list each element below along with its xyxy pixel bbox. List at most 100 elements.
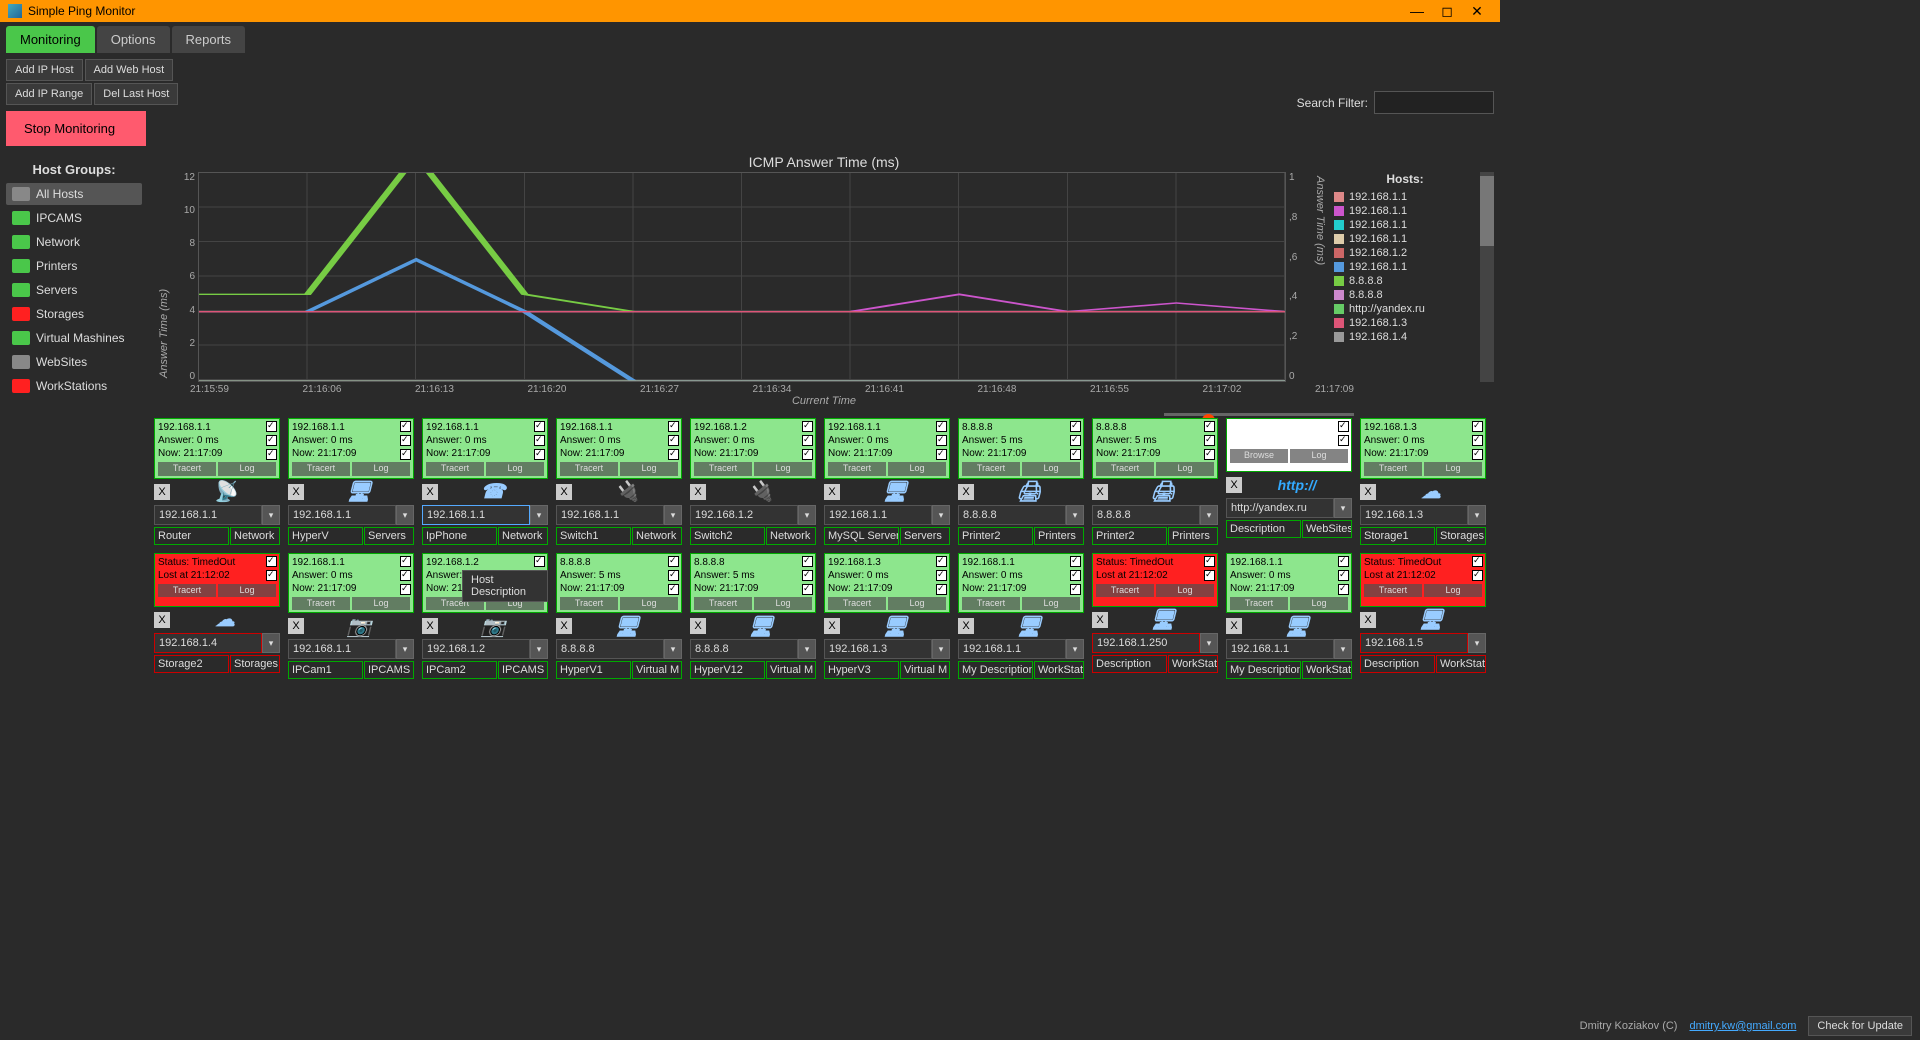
group-network[interactable]: Network xyxy=(6,231,142,253)
remove-tile-button[interactable]: X xyxy=(288,618,304,634)
remove-tile-button[interactable]: X xyxy=(1360,484,1376,500)
legend-item[interactable]: 192.168.1.1 xyxy=(1349,205,1407,217)
host-group-label[interactable]: WorkStations xyxy=(1034,661,1084,679)
host-group-label[interactable]: WorkStations xyxy=(1302,661,1352,679)
check-icon[interactable] xyxy=(1338,584,1349,595)
remove-tile-button[interactable]: X xyxy=(1226,618,1242,634)
remove-tile-button[interactable]: X xyxy=(1226,477,1242,493)
remove-tile-button[interactable]: X xyxy=(1092,484,1108,500)
dropdown-icon[interactable]: ▾ xyxy=(262,505,280,525)
host-description[interactable]: HyperV1 xyxy=(556,661,631,679)
tracert-button[interactable]: Tracert xyxy=(1096,584,1154,598)
log-button[interactable]: Log xyxy=(352,462,410,476)
legend-scrollbar[interactable] xyxy=(1480,172,1494,382)
host-description[interactable]: Storage1 xyxy=(1360,527,1435,545)
remove-tile-button[interactable]: X xyxy=(958,618,974,634)
check-icon[interactable] xyxy=(1338,421,1349,432)
host-description[interactable]: IPCam2 xyxy=(422,661,497,679)
tracert-button[interactable]: Tracert xyxy=(694,597,752,611)
check-icon[interactable] xyxy=(1472,421,1483,432)
dropdown-icon[interactable]: ▾ xyxy=(262,633,280,653)
check-icon[interactable] xyxy=(400,570,411,581)
legend-item[interactable]: 192.168.1.3 xyxy=(1349,317,1407,329)
host-address-input[interactable] xyxy=(154,633,262,653)
check-icon[interactable] xyxy=(266,570,277,581)
remove-tile-button[interactable]: X xyxy=(154,484,170,500)
tracert-button[interactable]: Tracert xyxy=(560,597,618,611)
check-icon[interactable] xyxy=(802,556,813,567)
check-icon[interactable] xyxy=(400,421,411,432)
legend-item[interactable]: 192.168.1.2 xyxy=(1349,247,1407,259)
log-button[interactable]: Log xyxy=(754,462,812,476)
check-icon[interactable] xyxy=(1472,556,1483,567)
check-icon[interactable] xyxy=(936,449,947,460)
host-group-label[interactable]: Network xyxy=(230,527,280,545)
log-button[interactable]: Log xyxy=(352,597,410,611)
host-group-label[interactable]: Storages xyxy=(230,655,280,673)
tracert-button[interactable]: Tracert xyxy=(1364,462,1422,476)
host-group-label[interactable]: Servers xyxy=(900,527,950,545)
log-button[interactable]: Log xyxy=(1424,584,1482,598)
check-icon[interactable] xyxy=(668,584,679,595)
add-ip-range-button[interactable]: Add IP Range xyxy=(6,83,92,105)
remove-tile-button[interactable]: X xyxy=(690,484,706,500)
check-icon[interactable] xyxy=(1070,556,1081,567)
host-group-label[interactable]: Servers xyxy=(364,527,414,545)
check-icon[interactable] xyxy=(668,449,679,460)
check-icon[interactable] xyxy=(1204,421,1215,432)
check-icon[interactable] xyxy=(668,556,679,567)
check-icon[interactable] xyxy=(802,421,813,432)
close-button[interactable]: ✕ xyxy=(1462,3,1492,20)
dropdown-icon[interactable]: ▾ xyxy=(932,639,950,659)
dropdown-icon[interactable]: ▾ xyxy=(1334,498,1352,518)
host-group-label[interactable]: WebSites xyxy=(1302,520,1352,538)
dropdown-icon[interactable]: ▾ xyxy=(1200,505,1218,525)
group-servers[interactable]: Servers xyxy=(6,279,142,301)
host-address-input[interactable] xyxy=(690,639,798,659)
add-ip-host-button[interactable]: Add IP Host xyxy=(6,59,83,81)
check-icon[interactable] xyxy=(1070,584,1081,595)
legend-item[interactable]: 192.168.1.1 xyxy=(1349,233,1407,245)
host-description[interactable]: My Description xyxy=(1226,661,1301,679)
browse-button[interactable]: Browse xyxy=(1230,449,1288,463)
host-address-input[interactable] xyxy=(1092,633,1200,653)
check-icon[interactable] xyxy=(1070,449,1081,460)
log-button[interactable]: Log xyxy=(1022,597,1080,611)
host-group-label[interactable]: IPCAMS xyxy=(364,661,414,679)
check-icon[interactable] xyxy=(802,570,813,581)
host-group-label[interactable]: Printers xyxy=(1168,527,1218,545)
dropdown-icon[interactable]: ▾ xyxy=(664,639,682,659)
host-address-input[interactable] xyxy=(1092,505,1200,525)
log-button[interactable]: Log xyxy=(620,597,678,611)
tracert-button[interactable]: Tracert xyxy=(426,462,484,476)
search-input[interactable] xyxy=(1374,91,1494,114)
host-address-input[interactable] xyxy=(824,505,932,525)
log-button[interactable]: Log xyxy=(486,462,544,476)
tab-options[interactable]: Options xyxy=(97,26,170,53)
host-description[interactable]: IpPhone xyxy=(422,527,497,545)
dropdown-icon[interactable]: ▾ xyxy=(1468,505,1486,525)
remove-tile-button[interactable]: X xyxy=(556,618,572,634)
dropdown-icon[interactable]: ▾ xyxy=(1066,505,1084,525)
check-icon[interactable] xyxy=(668,570,679,581)
group-all-hosts[interactable]: All Hosts xyxy=(6,183,142,205)
tracert-button[interactable]: Tracert xyxy=(292,597,350,611)
host-address-input[interactable] xyxy=(288,505,396,525)
host-address-input[interactable] xyxy=(288,639,396,659)
tracert-button[interactable]: Tracert xyxy=(694,462,752,476)
dropdown-icon[interactable]: ▾ xyxy=(798,639,816,659)
check-icon[interactable] xyxy=(936,570,947,581)
check-icon[interactable] xyxy=(936,435,947,446)
check-icon[interactable] xyxy=(668,435,679,446)
check-icon[interactable] xyxy=(1338,556,1349,567)
host-group-label[interactable]: Virtual M xyxy=(766,661,816,679)
legend-item[interactable]: 192.168.1.4 xyxy=(1349,331,1407,343)
log-button[interactable]: Log xyxy=(1424,462,1482,476)
del-last-host-button[interactable]: Del Last Host xyxy=(94,83,178,105)
tracert-button[interactable]: Tracert xyxy=(292,462,350,476)
dropdown-icon[interactable]: ▾ xyxy=(530,505,548,525)
remove-tile-button[interactable]: X xyxy=(1360,612,1376,628)
dropdown-icon[interactable]: ▾ xyxy=(1334,639,1352,659)
host-description[interactable]: Switch2 xyxy=(690,527,765,545)
check-icon[interactable] xyxy=(802,584,813,595)
